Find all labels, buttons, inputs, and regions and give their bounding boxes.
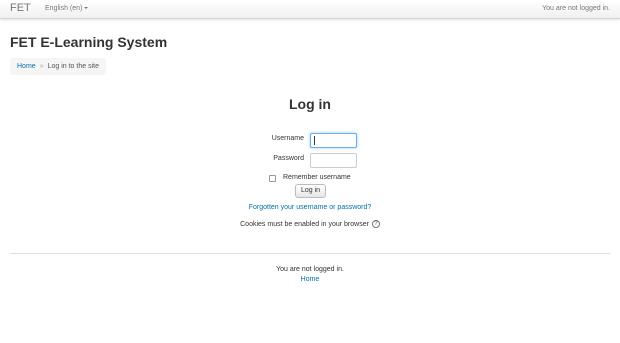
navbar: FET English (en) You are not logged in. (0, 0, 620, 19)
login-heading: Log in (289, 96, 331, 112)
breadcrumb-home-link[interactable]: Home (17, 63, 36, 70)
login-status-top: You are not logged in. (542, 5, 610, 12)
chevron-down-icon (84, 7, 89, 10)
footer-home: Home (0, 276, 620, 283)
footer-login-status: You are not logged in. (276, 266, 344, 273)
language-label: English (en) (45, 5, 83, 12)
site-title: FET E-Learning System (10, 34, 168, 50)
password-label: Password (273, 155, 304, 162)
footer-divider (10, 253, 610, 254)
breadcrumb-separator: » (39, 63, 44, 70)
help-icon[interactable]: ? (371, 220, 380, 228)
username-input[interactable] (310, 133, 357, 148)
language-menu[interactable]: English (en) (45, 5, 89, 12)
text-cursor (314, 136, 315, 145)
username-label: Username (271, 135, 304, 142)
cookies-notice-text: Cookies must be enabled in your browser (240, 220, 369, 228)
cookies-notice: Cookies must be enabled in your browser … (0, 220, 620, 228)
breadcrumb: Home» Log in to the site (10, 58, 106, 75)
brand-link[interactable]: FET (10, 2, 31, 14)
password-input[interactable] (310, 153, 357, 168)
forgot-password-link[interactable]: Forgotten your username or password? (0, 204, 620, 211)
breadcrumb-current: Log in to the site (47, 63, 99, 70)
remember-username-checkbox[interactable] (269, 175, 276, 182)
remember-username-label[interactable]: Remember username (283, 174, 351, 181)
footer-home-link[interactable]: Home (301, 276, 320, 283)
login-button[interactable]: Log in (295, 184, 326, 198)
